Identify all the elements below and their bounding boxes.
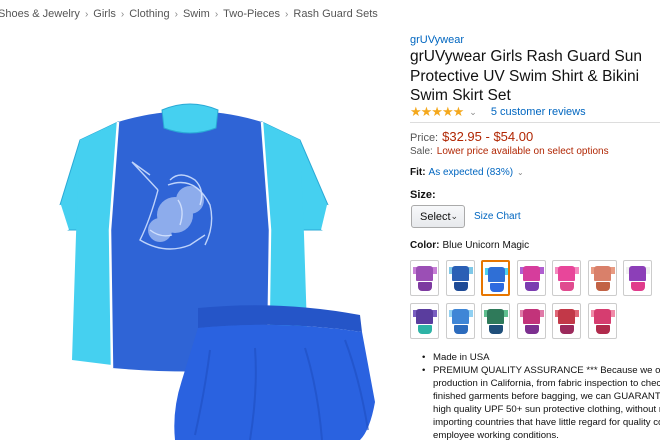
color-swatch-purple-print[interactable] xyxy=(410,260,439,296)
breadcrumb-link-rash-guard-sets[interactable]: Rash Guard Sets xyxy=(293,8,377,20)
swatch-shirt xyxy=(558,266,575,281)
sale-text: Lower price available on select options xyxy=(436,146,609,157)
chevron-down-icon: ⌄ xyxy=(450,211,458,221)
product-main-image[interactable] xyxy=(0,30,400,440)
size-chart-link[interactable]: Size Chart xyxy=(474,211,521,222)
fit-value-link[interactable]: As expected (83%) xyxy=(429,167,514,178)
swatch-shirt xyxy=(593,309,611,324)
color-swatch-green-print[interactable] xyxy=(481,303,510,339)
color-swatch-pink-red[interactable] xyxy=(587,303,617,339)
swatch-shirt xyxy=(522,309,540,324)
color-swatch-red-print[interactable] xyxy=(552,303,581,339)
swatch-shirt xyxy=(451,266,469,281)
breadcrumb-link-shoes-jewelry[interactable]: Shoes & Jewelry xyxy=(0,8,80,20)
swatch-shirt xyxy=(416,266,433,281)
color-swatch-blue-navy[interactable] xyxy=(445,260,475,296)
swatch-shirt xyxy=(488,267,505,282)
breadcrumb-link-swim[interactable]: Swim xyxy=(183,8,210,20)
swatch-shirt xyxy=(416,309,433,324)
bullet-item: Made in USA xyxy=(422,351,660,364)
star-rating-icon[interactable]: ★★★★★ xyxy=(410,104,464,120)
size-select-value: Select xyxy=(420,210,451,223)
color-swatch-pink-purple[interactable] xyxy=(516,260,546,296)
breadcrumb-separator: › xyxy=(84,9,89,20)
swatch-bottom xyxy=(418,282,432,291)
bullet-line: employee working conditions. xyxy=(433,430,559,440)
swatch-shirt xyxy=(629,266,646,281)
swatch-shirt xyxy=(558,309,575,324)
breadcrumb-link-girls[interactable]: Girls xyxy=(93,8,116,20)
swatch-bottom xyxy=(595,325,610,334)
color-swatch-hot-pink[interactable] xyxy=(552,260,581,296)
price-row: Price: $32.95 - $54.00 xyxy=(410,129,533,144)
bullet-line: finished garments before bagging, we can… xyxy=(433,391,660,402)
size-label: Size: xyxy=(410,189,436,201)
swatch-shirt xyxy=(593,266,611,281)
color-swatch-coral-floral[interactable] xyxy=(587,260,617,296)
color-swatch-blue-unicorn-magic[interactable] xyxy=(481,260,510,296)
bullet-line: high quality UPF 50+ sun protective clot… xyxy=(433,404,660,415)
fit-label: Fit: xyxy=(410,167,426,178)
swim-skirt xyxy=(174,305,375,440)
swatch-bottom xyxy=(560,325,574,334)
chevron-down-icon[interactable]: ⌄ xyxy=(517,168,524,177)
bullet-line: PREMIUM QUALITY ASSURANCE *** Because we… xyxy=(433,365,660,376)
color-swatch-sky-blue[interactable] xyxy=(445,303,475,339)
color-row: Color: Blue Unicorn Magic xyxy=(410,240,529,251)
fit-row: Fit: As expected (83%) ⌄ xyxy=(410,167,524,178)
color-value: Blue Unicorn Magic xyxy=(442,240,530,251)
product-photo xyxy=(59,103,375,440)
bullet-line: production in California, from fabric in… xyxy=(433,378,660,389)
customer-reviews-link[interactable]: 5 customer reviews xyxy=(491,106,586,118)
breadcrumb: Shoes & Jewelry › Girls › Clothing › Swim › Two-… xyxy=(0,8,378,20)
product-title: grUVywear Girls Rash Guard Sun Protectiv… xyxy=(410,48,643,104)
feature-bullets: Made in USA PREMIUM QUALITY ASSURANCE **… xyxy=(422,351,660,440)
swatch-shirt xyxy=(522,266,540,281)
breadcrumb-link-clothing[interactable]: Clothing xyxy=(129,8,169,20)
breadcrumb-separator: › xyxy=(174,9,178,20)
sale-row: Sale: Lower price available on select opt… xyxy=(410,146,609,157)
price-label: Price: xyxy=(410,132,439,144)
divider xyxy=(410,122,660,123)
swatch-bottom xyxy=(453,325,468,334)
breadcrumb-separator: › xyxy=(285,9,289,20)
color-swatch-purple-teal[interactable] xyxy=(410,303,439,339)
swatch-shirt xyxy=(487,309,504,324)
bullet-item: PREMIUM QUALITY ASSURANCE *** Because we… xyxy=(422,364,660,440)
breadcrumb-separator: › xyxy=(120,9,125,20)
swatch-shirt xyxy=(451,309,469,324)
bullet-line: importing countries that have little reg… xyxy=(433,417,660,428)
sale-label: Sale: xyxy=(410,146,433,157)
brand-link[interactable]: grUVywear xyxy=(410,34,464,46)
swatch-bottom xyxy=(560,282,574,291)
breadcrumb-separator: › xyxy=(214,9,219,20)
swatch-bottom xyxy=(489,325,503,334)
color-swatch-magenta-floral[interactable] xyxy=(516,303,546,339)
swatch-bottom xyxy=(524,325,539,334)
size-select[interactable]: Select ⌄ xyxy=(411,205,465,228)
price-value: $32.95 - $54.00 xyxy=(442,129,534,144)
swatch-bottom xyxy=(490,283,504,292)
bullet-line: Made in USA xyxy=(433,352,490,363)
swatch-bottom xyxy=(453,282,468,291)
swatch-bottom xyxy=(418,325,432,334)
swatch-bottom xyxy=(595,282,610,291)
color-swatch-purple-pink[interactable] xyxy=(623,260,652,296)
color-label: Color: xyxy=(410,240,440,251)
swatch-bottom xyxy=(524,282,539,291)
chevron-down-icon[interactable]: ⌄ xyxy=(469,107,477,118)
rating-row: ★★★★★ ⌄ 5 customer reviews xyxy=(410,104,586,120)
swatch-bottom xyxy=(631,282,645,291)
breadcrumb-link-two-pieces[interactable]: Two-Pieces xyxy=(223,8,280,20)
